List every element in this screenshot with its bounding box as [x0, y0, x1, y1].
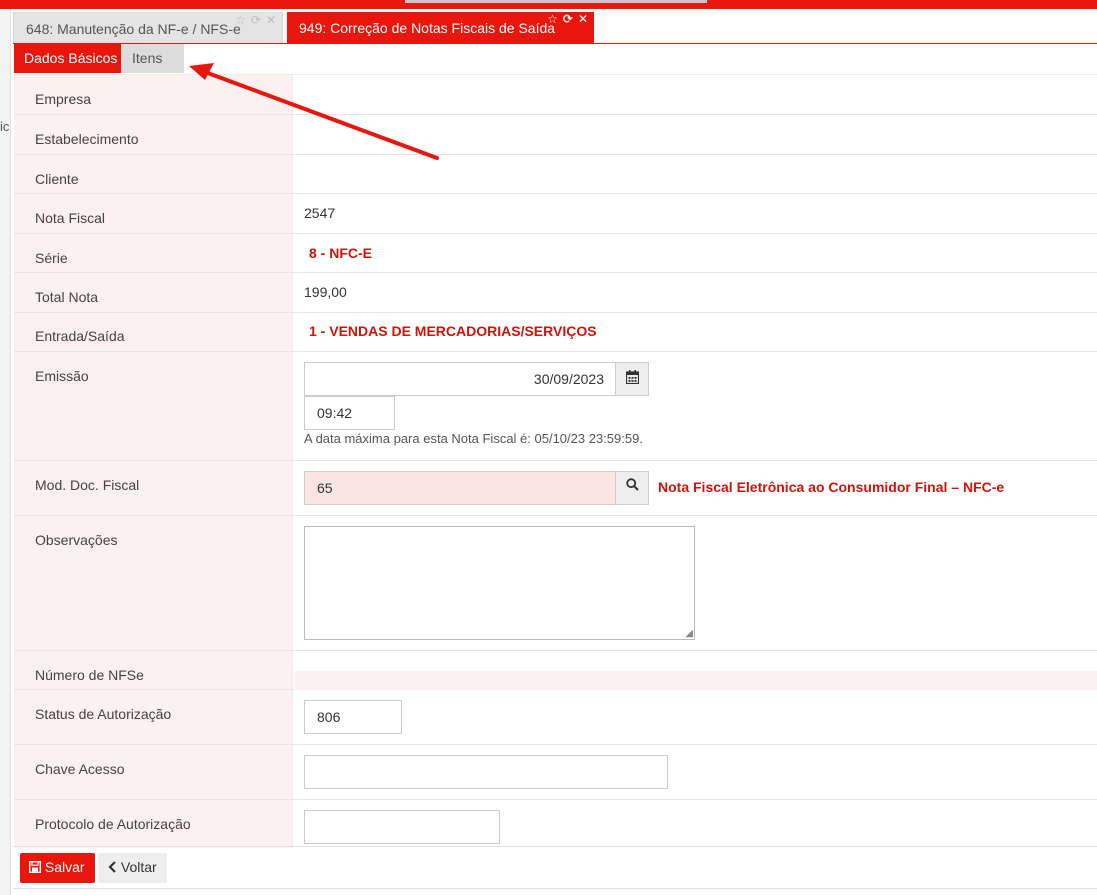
label-total-nota: Total Nota: [14, 273, 293, 312]
left-rail-text: ic: [0, 119, 10, 134]
form: Empresa Estabelecimento Cliente Nota Fis…: [14, 74, 1097, 848]
refresh-icon[interactable]: ⟳: [563, 12, 573, 26]
label-emissao: Emissão: [14, 352, 293, 460]
row-serie: Série 8 - NFC-E: [14, 234, 1097, 273]
star-icon[interactable]: ☆: [547, 12, 558, 26]
row-estabelecimento: Estabelecimento: [14, 115, 1097, 155]
row-observacoes: Observações ◢: [14, 516, 1097, 651]
row-emissao: Emissão 30/09/2023 09:42 A data máxima p…: [14, 352, 1097, 461]
label-protocolo-autorizacao: Protocolo de Autorização: [14, 800, 293, 848]
top-handle[interactable]: [405, 0, 707, 3]
label-entrada-saida: Entrada/Saída: [14, 313, 293, 351]
row-total-nota: Total Nota 199,00: [14, 273, 1097, 313]
save-button[interactable]: Salvar: [20, 853, 95, 883]
label-empresa: Empresa: [14, 75, 293, 114]
label-observacoes: Observações: [14, 516, 293, 650]
row-empresa: Empresa: [14, 75, 1097, 115]
emissao-hint: A data máxima para esta Nota Fiscal é: 0…: [304, 431, 643, 446]
top-accent-bar: [0, 0, 1097, 9]
value-nota-fiscal: 2547: [304, 205, 336, 221]
back-button[interactable]: Voltar: [98, 853, 167, 883]
status-autorizacao-input[interactable]: 806: [304, 700, 402, 734]
search-icon[interactable]: [615, 472, 648, 504]
numero-nfse-strip: [294, 671, 1097, 690]
row-entrada-saida: Entrada/Saída 1 - VENDAS DE MERCADORIAS/…: [14, 313, 1097, 352]
label-cliente: Cliente: [14, 155, 293, 193]
label-status-autorizacao: Status de Autorização: [14, 690, 293, 744]
value-total-nota: 199,00: [304, 284, 347, 300]
floppy-icon: [28, 859, 45, 875]
value-serie: 8 - NFC-E: [309, 245, 372, 261]
row-nota-fiscal: Nota Fiscal 2547: [14, 194, 1097, 234]
row-numero-nfse: Número de NFSe: [14, 651, 1097, 690]
label-serie: Série: [14, 234, 293, 272]
resize-grip-icon[interactable]: ◢: [685, 628, 693, 639]
chave-acesso-input[interactable]: [304, 755, 668, 789]
emissao-date-value: 30/09/2023: [533, 371, 604, 387]
close-icon[interactable]: ✕: [578, 12, 588, 26]
save-label: Salvar: [44, 859, 85, 875]
left-rail: ic: [0, 9, 11, 895]
back-label: Voltar: [120, 859, 157, 875]
window-tab-correcao-label: 949: Correção de Notas Fiscais de Saída: [299, 20, 556, 36]
row-cliente: Cliente: [14, 155, 1097, 194]
calendar-icon[interactable]: [615, 363, 648, 395]
window-tab-nfe[interactable]: 648: Manutenção da NF-e / NFS-e ☆ ⟳ ✕: [13, 12, 283, 43]
emissao-date-input[interactable]: 30/09/2023: [304, 362, 649, 396]
row-mod-doc-fiscal: Mod. Doc. Fiscal 65 Nota Fiscal Eletrôni…: [14, 461, 1097, 516]
window-tab-correcao[interactable]: 949: Correção de Notas Fiscais de Saída …: [287, 12, 594, 43]
mod-doc-fiscal-description: Nota Fiscal Eletrônica ao Consumidor Fin…: [658, 479, 1005, 495]
label-chave-acesso: Chave Acesso: [14, 745, 293, 799]
window-tab-nfe-label: 648: Manutenção da NF-e / NFS-e: [26, 21, 241, 37]
footer-toolbar: Salvar Voltar: [13, 846, 1097, 888]
window-tab-correcao-icons: ☆ ⟳ ✕: [542, 12, 588, 26]
mod-doc-fiscal-input[interactable]: 65: [304, 471, 649, 505]
star-icon[interactable]: ☆: [235, 13, 246, 27]
window-tab-nfe-icons: ☆ ⟳ ✕: [230, 13, 276, 27]
protocolo-autorizacao-input[interactable]: [304, 810, 500, 844]
tab-dados-basicos[interactable]: Dados Básicos: [14, 44, 121, 73]
value-entrada-saida: 1 - VENDAS DE MERCADORIAS/SERVIÇOS: [309, 323, 597, 339]
mod-doc-fiscal-value: 65: [317, 480, 333, 496]
observacoes-textarea[interactable]: ◢: [304, 526, 695, 640]
label-mod-doc-fiscal: Mod. Doc. Fiscal: [14, 461, 293, 515]
row-protocolo-autorizacao: Protocolo de Autorização: [14, 800, 1097, 848]
tab-itens[interactable]: Itens: [121, 44, 184, 73]
label-nota-fiscal: Nota Fiscal: [14, 194, 293, 233]
close-icon[interactable]: ✕: [266, 13, 276, 27]
row-chave-acesso: Chave Acesso: [14, 745, 1097, 800]
label-estabelecimento: Estabelecimento: [14, 115, 293, 154]
refresh-icon[interactable]: ⟳: [251, 13, 261, 27]
bottom-divider: [13, 888, 1097, 889]
emissao-time-input[interactable]: 09:42: [304, 396, 395, 430]
label-numero-nfse: Número de NFSe: [14, 651, 293, 689]
row-status-autorizacao: Status de Autorização 806: [14, 690, 1097, 745]
chevron-left-icon: [108, 859, 121, 875]
